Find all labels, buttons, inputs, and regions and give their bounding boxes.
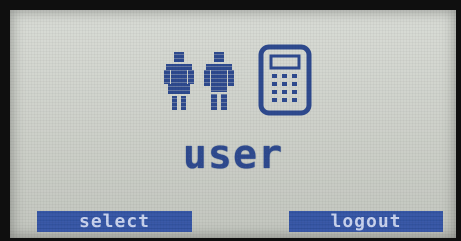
device-bezel: user select logout bbox=[0, 0, 461, 241]
logout-softkey-label: logout bbox=[330, 211, 402, 232]
keypad-terminal-icon bbox=[258, 44, 312, 116]
lcd-screen: user select logout bbox=[10, 10, 456, 238]
select-softkey-button[interactable]: select bbox=[37, 211, 192, 232]
screen-title: user bbox=[182, 132, 284, 178]
two-people-icon bbox=[162, 50, 244, 111]
logout-softkey-button[interactable]: logout bbox=[289, 211, 443, 232]
select-softkey-label: select bbox=[78, 211, 151, 232]
